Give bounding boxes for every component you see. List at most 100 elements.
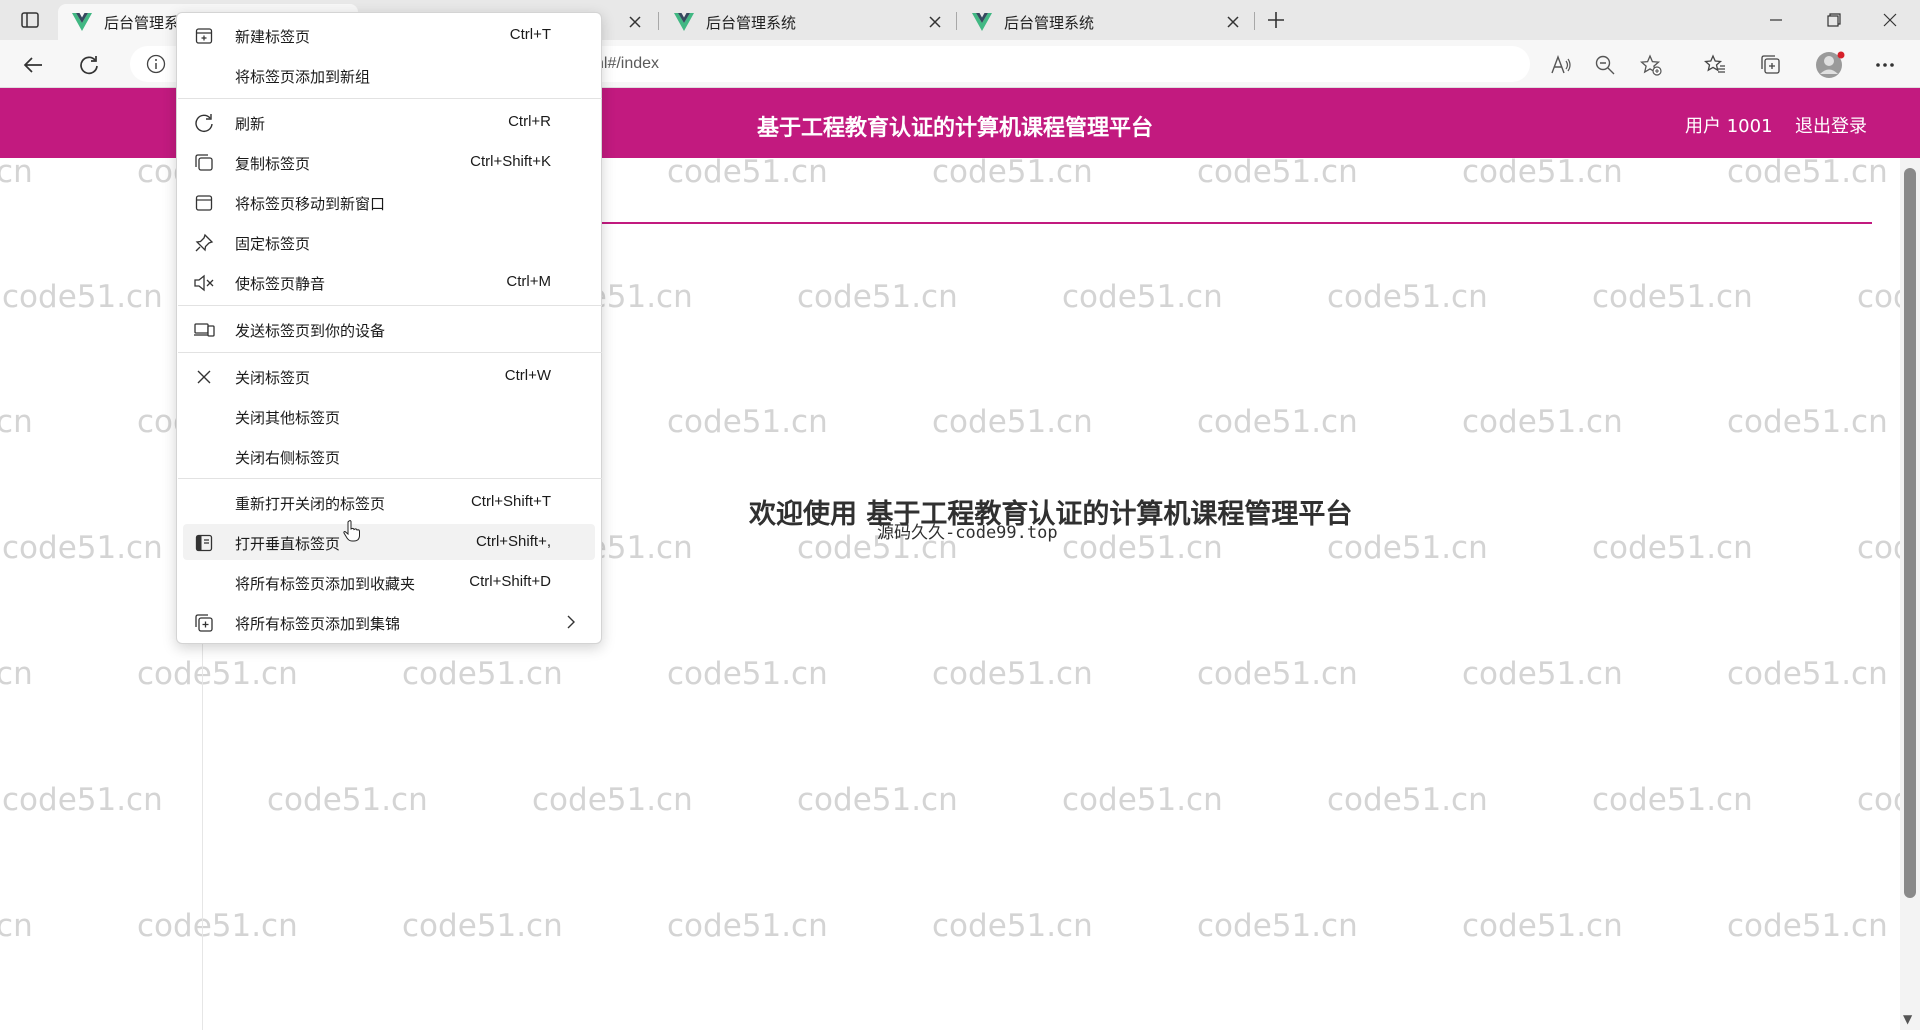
read-aloud-icon	[1551, 55, 1571, 74]
mute-icon	[193, 272, 215, 294]
close-icon	[193, 366, 215, 388]
menu-item-close-tab[interactable]: 关闭标签页 Ctrl+W	[183, 358, 595, 394]
page-scrollbar[interactable]: ▼	[1900, 158, 1920, 1030]
menu-item-label: 关闭右侧标签页	[235, 449, 341, 467]
close-icon	[1227, 16, 1239, 28]
scrollbar-thumb[interactable]	[1904, 168, 1916, 898]
address-text: nl#/index	[595, 55, 660, 72]
restore-button[interactable]	[1806, 0, 1862, 40]
menu-item-close-tabs-to-right[interactable]: 关闭右侧标签页	[183, 438, 595, 474]
watermark-text: code51.cn	[797, 279, 958, 315]
menu-item-label: 将标签页添加到新组	[235, 68, 371, 86]
menu-item-new-tab[interactable]: 新建标签页 Ctrl+T	[183, 17, 595, 53]
close-icon	[629, 16, 641, 28]
info-icon[interactable]	[146, 54, 166, 74]
menu-item-shortcut: Ctrl+Shift+T	[470, 493, 551, 510]
menu-item-duplicate-tab[interactable]: 复制标签页 Ctrl+Shift+K	[183, 144, 595, 180]
watermark-text: code51.cn	[2, 530, 163, 566]
tab-title: 后台管理系统	[706, 13, 797, 32]
watermark-text: code51.cn	[1197, 656, 1358, 692]
menu-item-label: 重新打开关闭的标签页	[235, 495, 386, 513]
collections-button[interactable]	[1756, 50, 1786, 80]
close-icon	[1883, 13, 1897, 27]
watermark-text: code51.cn	[1462, 154, 1623, 190]
close-window-button[interactable]	[1862, 0, 1918, 40]
watermark-text: code51.cn	[1197, 908, 1358, 944]
logout-link[interactable]: 退出登录	[1795, 112, 1867, 138]
menu-separator	[178, 352, 602, 353]
menu-separator	[178, 305, 602, 306]
zoom-out-icon	[1595, 55, 1615, 75]
watermark-text: code51.cn	[1727, 404, 1888, 440]
menu-item-shortcut: Ctrl+T	[509, 26, 551, 43]
tab-context-menu: 新建标签页 Ctrl+T 将标签页添加到新组 刷新 Ctrl+R 复制标签页 C…	[176, 12, 602, 644]
refresh-button[interactable]	[74, 50, 104, 80]
page-title: 基于工程教育认证的计算机课程管理平台	[757, 116, 1154, 141]
watermark-text: code51.cn	[797, 782, 958, 818]
more-menu-button[interactable]	[1870, 50, 1900, 80]
watermark-text: code51.cn	[1462, 404, 1623, 440]
back-button[interactable]	[18, 50, 48, 80]
tab-close-button[interactable]	[926, 13, 944, 31]
watermark-text: code51.cn	[2, 782, 163, 818]
watermark-text: code51.cn	[667, 908, 828, 944]
watermark-text: code51.cn	[532, 782, 693, 818]
tab-4[interactable]: 后台管理系统	[958, 4, 1254, 40]
watermark-text: code51.cn	[1727, 908, 1888, 944]
menu-item-vertical-tabs[interactable]: 打开垂直标签页 Ctrl+Shift+,	[183, 524, 595, 560]
tab-3[interactable]: 后台管理系统	[660, 4, 956, 40]
more-dots-icon	[1876, 63, 1894, 67]
vue-logo-icon	[972, 13, 992, 31]
tab-title: 后台管理系	[104, 13, 180, 32]
watermark-text: code51.cn	[267, 782, 428, 818]
read-aloud-button[interactable]	[1546, 50, 1576, 80]
menu-item-label: 发送标签页到你的设备	[235, 322, 386, 340]
scroll-down-arrow-icon[interactable]: ▼	[1903, 1012, 1912, 1026]
watermark-text: code51.cn	[667, 656, 828, 692]
menu-item-shortcut: Ctrl+R	[508, 113, 551, 130]
watermark-text: code51.cn	[1462, 908, 1623, 944]
favorites-button[interactable]	[1700, 50, 1730, 80]
chevron-right-icon	[567, 615, 575, 629]
watermark-text: code51.cn	[1727, 154, 1888, 190]
profile-button[interactable]	[1812, 50, 1848, 80]
watermark-text: code51.cn	[932, 154, 1093, 190]
watermark-text: code51.cn	[1592, 279, 1753, 315]
watermark-text: code51.cn	[1462, 656, 1623, 692]
menu-item-send-to-device[interactable]: 发送标签页到你的设备	[183, 311, 595, 347]
menu-item-refresh[interactable]: 刷新 Ctrl+R	[183, 104, 595, 140]
menu-item-reopen-closed-tab[interactable]: 重新打开关闭的标签页 Ctrl+Shift+T	[183, 484, 595, 520]
menu-item-move-to-new-window[interactable]: 将标签页移动到新窗口	[183, 184, 595, 220]
tab-close-button[interactable]	[626, 13, 644, 31]
watermark-text: code51.cn	[1592, 530, 1753, 566]
menu-separator	[178, 478, 602, 479]
pin-icon	[193, 232, 215, 254]
tab-close-button[interactable]	[1224, 13, 1242, 31]
collections-icon	[1761, 55, 1780, 74]
menu-item-label: 固定标签页	[235, 235, 311, 253]
minimize-button[interactable]	[1748, 0, 1804, 40]
favorites-icon	[1704, 54, 1725, 73]
menu-separator	[178, 98, 602, 99]
collections-icon	[193, 612, 215, 634]
add-favorite-button[interactable]	[1636, 50, 1666, 80]
back-arrow-icon	[23, 57, 42, 73]
menu-item-add-to-new-group[interactable]: 将标签页添加到新组	[183, 57, 595, 93]
watermark-text: code51.cn	[932, 404, 1093, 440]
new-tab-button[interactable]	[1262, 7, 1290, 33]
vue-logo-icon	[72, 13, 92, 31]
menu-item-label: 关闭标签页	[235, 369, 311, 387]
new-window-icon	[193, 192, 215, 214]
menu-item-mute-tab[interactable]: 使标签页静音 Ctrl+M	[183, 264, 595, 300]
tab-actions-button[interactable]	[16, 8, 44, 32]
watermark-text: code51.cn	[402, 656, 563, 692]
menu-item-add-all-to-favorites[interactable]: 将所有标签页添加到收藏夹 Ctrl+Shift+D	[183, 564, 595, 600]
vue-logo-icon	[674, 13, 694, 31]
menu-item-add-all-to-collections[interactable]: 将所有标签页添加到集锦	[183, 604, 595, 640]
menu-item-pin-tab[interactable]: 固定标签页	[183, 224, 595, 260]
menu-item-label: 将所有标签页添加到收藏夹	[235, 575, 416, 593]
watermark-text: code51.cn	[0, 908, 33, 944]
new-tab-icon	[193, 25, 215, 47]
menu-item-close-other-tabs[interactable]: 关闭其他标签页	[183, 398, 595, 434]
zoom-out-button[interactable]	[1590, 50, 1620, 80]
